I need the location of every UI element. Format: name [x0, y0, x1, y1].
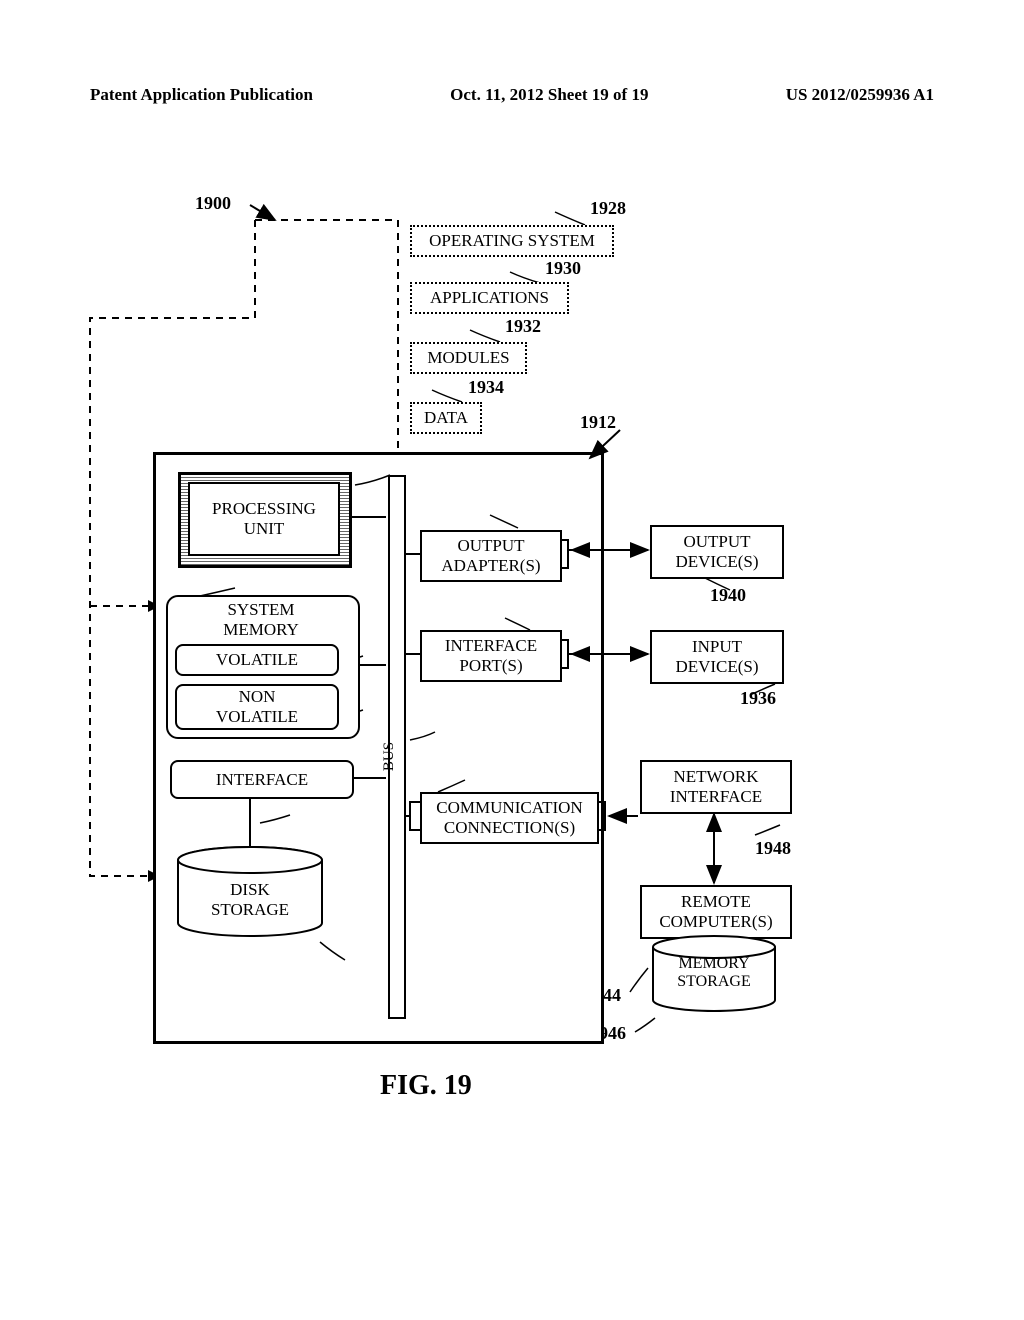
- communication-label: COMMUNICATION CONNECTION(S): [436, 798, 582, 837]
- remote-computers-label: REMOTE COMPUTER(S): [659, 892, 772, 931]
- network-interface-label: NETWORK INTERFACE: [670, 767, 762, 806]
- operating-system-box: OPERATING SYSTEM: [410, 225, 614, 257]
- header-right: US 2012/0259936 A1: [786, 85, 934, 105]
- applications-box: APPLICATIONS: [410, 282, 569, 314]
- data-label: DATA: [424, 408, 468, 428]
- page: Patent Application Publication Oct. 11, …: [0, 0, 1024, 1320]
- remote-computers-box: REMOTE COMPUTER(S): [640, 885, 792, 939]
- non-volatile-box: NON VOLATILE: [175, 684, 339, 730]
- input-devices-label: INPUT DEVICE(S): [675, 637, 758, 676]
- output-devices-box: OUTPUT DEVICE(S): [650, 525, 784, 579]
- interface-ports-label: INTERFACE PORT(S): [445, 636, 537, 675]
- header-left: Patent Application Publication: [90, 85, 313, 105]
- memory-storage-label: MEMORY STORAGE: [650, 955, 778, 991]
- network-interface-box: NETWORK INTERFACE: [640, 760, 792, 814]
- volatile-label: VOLATILE: [216, 650, 298, 670]
- disk-storage-label: DISK STORAGE: [175, 880, 325, 920]
- interface-ports-box: INTERFACE PORT(S): [420, 630, 562, 682]
- output-adapters-box: OUTPUT ADAPTER(S): [420, 530, 562, 582]
- page-header: Patent Application Publication Oct. 11, …: [90, 85, 934, 105]
- processing-unit-label: PROCESSING UNIT: [212, 499, 316, 538]
- modules-box: MODULES: [410, 342, 527, 374]
- output-devices-label: OUTPUT DEVICE(S): [675, 532, 758, 571]
- system-memory-label: SYSTEM MEMORY: [166, 600, 356, 640]
- volatile-box: VOLATILE: [175, 644, 339, 676]
- bus-label: BUS: [381, 742, 398, 771]
- input-devices-box: INPUT DEVICE(S): [650, 630, 784, 684]
- header-center: Oct. 11, 2012 Sheet 19 of 19: [450, 85, 648, 105]
- modules-label: MODULES: [427, 348, 509, 368]
- applications-label: APPLICATIONS: [430, 288, 549, 308]
- communication-box: COMMUNICATION CONNECTION(S): [420, 792, 599, 844]
- output-adapters-label: OUTPUT ADAPTER(S): [441, 536, 540, 575]
- processing-unit-box: PROCESSING UNIT: [188, 482, 340, 556]
- data-box: DATA: [410, 402, 482, 434]
- figure-19: OPERATING SYSTEM APPLICATIONS MODULES DA…: [90, 190, 870, 1110]
- interface-box: INTERFACE: [170, 760, 354, 799]
- non-volatile-label: NON VOLATILE: [216, 687, 298, 726]
- operating-system-label: OPERATING SYSTEM: [429, 231, 595, 251]
- interface-label: INTERFACE: [216, 770, 308, 790]
